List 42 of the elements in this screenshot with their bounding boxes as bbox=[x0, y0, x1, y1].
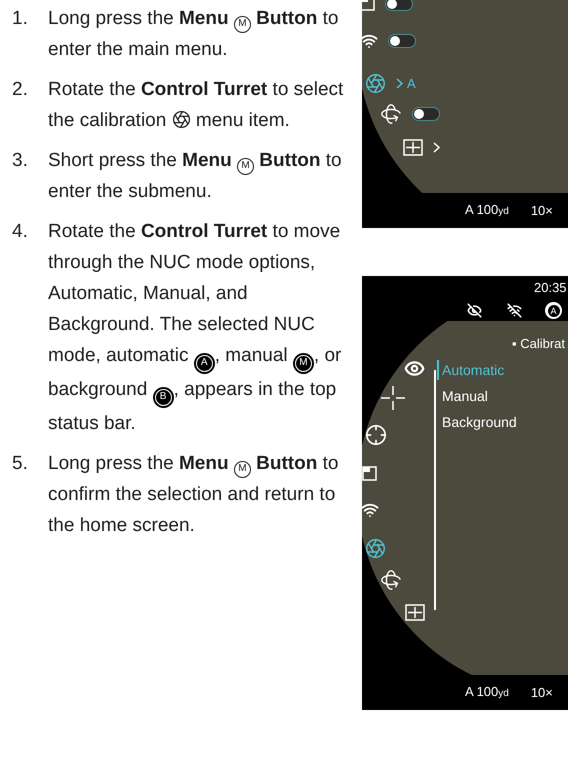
nuc-mode-icon: A bbox=[194, 353, 215, 374]
step-number: 5. bbox=[12, 452, 28, 476]
menu-button-icon: M bbox=[234, 16, 251, 33]
menu-title: ▪ Calibrat bbox=[512, 335, 566, 353]
rotation-icon bbox=[380, 569, 402, 591]
step-text: Rotate the Control Turret to select the calibration menu item. bbox=[48, 79, 344, 131]
step-number: 2. bbox=[12, 78, 28, 102]
rotation-icon bbox=[380, 103, 402, 125]
step-text: Long press the Menu M Button to enter the main menu. bbox=[48, 8, 338, 60]
target-icon bbox=[365, 424, 387, 446]
crosshair-icon bbox=[381, 386, 405, 410]
mode-option[interactable]: Manual bbox=[437, 386, 517, 406]
clock-time: 20:35 bbox=[534, 280, 567, 296]
grid-icon bbox=[403, 139, 423, 156]
wifi-off-icon bbox=[507, 303, 522, 318]
eye-off-icon bbox=[467, 303, 482, 318]
step-text: Short press the Menu M Button to enter the submenu. bbox=[48, 150, 342, 202]
range-reading: A 100yd bbox=[465, 683, 509, 701]
toggle-switch[interactable] bbox=[385, 0, 413, 10]
grid-icon bbox=[405, 604, 425, 621]
zoom-reading: 10× bbox=[530, 202, 553, 220]
step-text: Rotate the Control Turret to move through the NUC mode options, Automatic, Manual, and Background. The selected NUC mode, automatic A , manual M , or background B , appears in the top status bar. bbox=[48, 221, 342, 434]
step-number: 3. bbox=[12, 149, 28, 173]
mode-option[interactable]: Background bbox=[437, 412, 517, 432]
menu-button-icon: M bbox=[237, 158, 254, 175]
step-number: 1. bbox=[12, 7, 28, 31]
wifi-icon bbox=[362, 32, 378, 50]
menu-value: A bbox=[407, 75, 416, 93]
nuc-mode-icon: B bbox=[152, 387, 174, 408]
nuc-mode-icon: M bbox=[292, 353, 314, 374]
step-number: 4. bbox=[12, 220, 28, 244]
step-text: Long press the Menu M Button to confirm the selection and return to the home screen. bbox=[48, 453, 338, 536]
toggle-switch[interactable] bbox=[388, 34, 416, 48]
menu-button-icon: M bbox=[234, 461, 251, 478]
mode-option[interactable]: Automatic bbox=[437, 360, 517, 380]
zoom-reading: 10× bbox=[530, 684, 553, 702]
wifi-icon bbox=[362, 501, 379, 519]
aperture-icon bbox=[365, 538, 386, 559]
range-reading: A 100yd bbox=[465, 201, 509, 219]
aperture-icon bbox=[365, 73, 386, 94]
display-icon bbox=[362, 466, 377, 481]
toggle-switch[interactable] bbox=[412, 107, 440, 121]
